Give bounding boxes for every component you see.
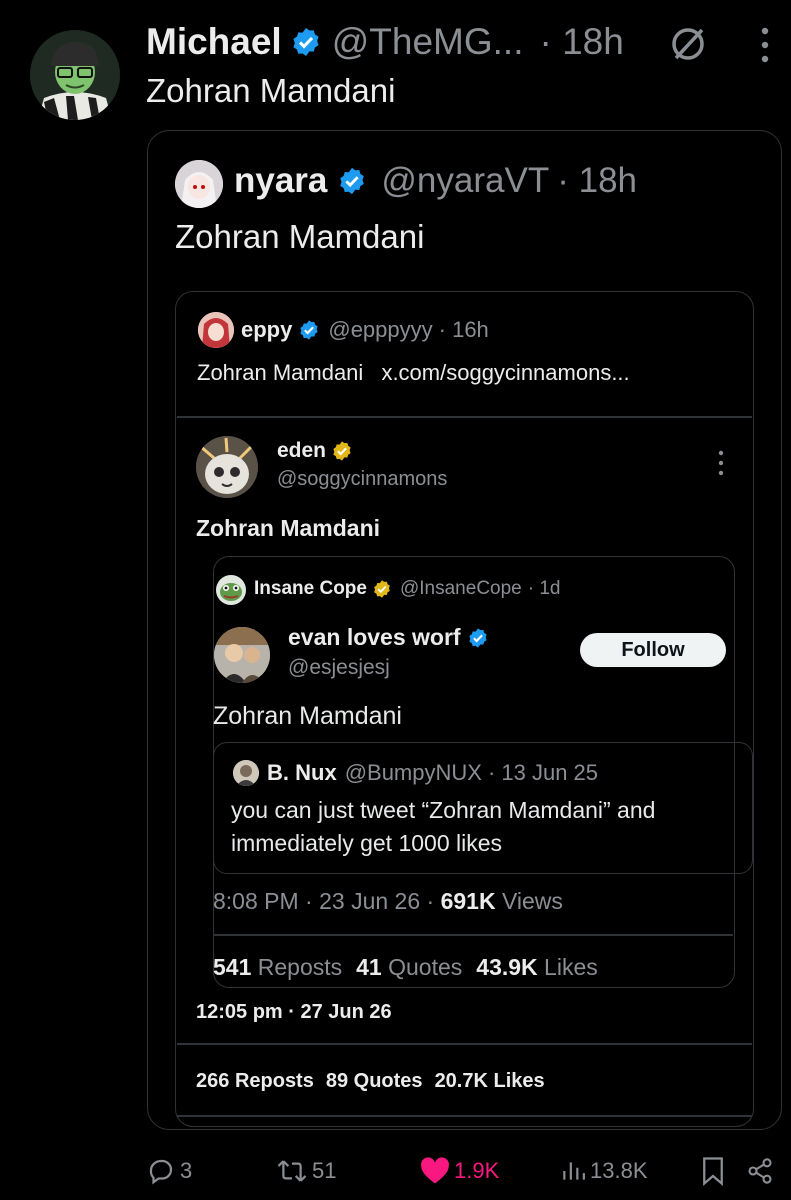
avatar[interactable] [198, 312, 234, 348]
quotes-label[interactable]: Quotes [382, 954, 462, 980]
verified-badge-gold-icon [333, 441, 351, 461]
author-name[interactable]: nyara [234, 161, 327, 201]
likes-count[interactable]: 20.7K [435, 1070, 488, 1092]
reposts-label[interactable]: Reposts [251, 954, 342, 980]
tweet-timestamp[interactable]: 12:05 pm · 27 Jun 26 [196, 1001, 392, 1024]
author-name-text: evan loves worf [288, 624, 461, 650]
tweet-text: Zohran Mamdani [175, 218, 425, 255]
divider [177, 1043, 752, 1045]
author-name[interactable]: eden [277, 439, 353, 463]
likes-label[interactable]: Likes [538, 954, 598, 980]
author-name[interactable]: Michael [146, 21, 282, 63]
author-handle[interactable]: @BumpyNUX [345, 760, 482, 786]
tweet-stats: 266 Reposts 89 Quotes 20.7K Likes [196, 1070, 545, 1093]
more-options-icon[interactable] [755, 22, 775, 68]
avatar[interactable] [175, 160, 223, 208]
divider [177, 1115, 752, 1117]
author-name[interactable]: evan loves worf [288, 624, 489, 651]
views-count: 691K [440, 888, 496, 914]
author-name[interactable]: B. Nux [267, 760, 337, 786]
tweet-stats: 541 Reposts 41 Quotes 43.9K Likes [213, 954, 598, 981]
grok-icon[interactable] [666, 22, 710, 66]
bookmark-button[interactable] [700, 1154, 730, 1188]
analytics-icon [563, 1162, 585, 1180]
author-handle[interactable]: @epppyyy [328, 317, 432, 343]
quotes-count[interactable]: 89 [326, 1070, 348, 1092]
verified-badge-icon [468, 627, 487, 648]
quotes-count[interactable]: 41 [356, 954, 382, 980]
views-count: 13.8K [590, 1158, 648, 1183]
divider [213, 934, 733, 936]
author-handle[interactable]: @nyaraVT [381, 161, 549, 201]
reply-icon [149, 1159, 173, 1185]
tweet-text: you can just tweet “Zohran Mamdani” and … [231, 797, 656, 856]
views-label: Views [495, 888, 563, 914]
tweet-header: Michael @TheMG... · 18h [146, 18, 624, 66]
tweet-time[interactable]: · 18h [539, 21, 623, 63]
like-button[interactable]: 1.9K [420, 1154, 499, 1188]
tweet-header: Insane Cope @InsaneCope · 1d [254, 576, 561, 602]
tweet-meta: 8:08 PM · 23 Jun 26 · 691K Views [213, 888, 563, 915]
reposts-label[interactable]: Reposts [235, 1070, 314, 1092]
avatar[interactable] [214, 627, 270, 683]
repost-count: 51 [312, 1158, 337, 1183]
tweet-timestamp[interactable]: 8:08 PM · 23 Jun 26 · [213, 888, 441, 914]
tweet-time: · 1d [527, 578, 561, 599]
bookmark-icon [703, 1157, 723, 1186]
author-name[interactable]: eppy [241, 317, 292, 343]
author-handle[interactable]: @InsaneCope [400, 578, 522, 600]
reposts-count[interactable]: 266 [196, 1070, 229, 1092]
divider [177, 416, 752, 418]
share-button[interactable] [746, 1154, 778, 1188]
avatar[interactable] [196, 436, 258, 498]
verified-badge-icon [340, 167, 365, 195]
reposts-count[interactable]: 541 [213, 954, 251, 980]
heart-icon [421, 1157, 449, 1184]
tweet-header: eppy @epppyyy · 16h [241, 314, 489, 346]
likes-label[interactable]: Likes [494, 1070, 545, 1092]
avatar[interactable] [30, 30, 120, 120]
author-name-text: eden [277, 439, 327, 462]
verified-badge-gold-icon [374, 580, 390, 598]
verified-badge-icon [293, 28, 319, 56]
tweet-text-body: Zohran Mamdani [197, 360, 364, 385]
author-name[interactable]: Insane Cope [254, 578, 367, 600]
author-handle[interactable]: @TheMG... [332, 21, 524, 63]
tweet-header: B. Nux @BumpyNUX · 13 Jun 25 [267, 759, 598, 787]
tweet-text: Zohran Mamdani [196, 515, 381, 541]
repost-button[interactable]: 51 [276, 1154, 336, 1188]
repost-icon [277, 1160, 307, 1182]
avatar[interactable] [216, 575, 246, 605]
avatar[interactable] [233, 760, 259, 786]
views-button[interactable]: 13.8K [560, 1154, 648, 1188]
tweet-time: · 16h [438, 317, 489, 342]
share-icon [748, 1158, 772, 1184]
follow-button[interactable]: Follow [580, 633, 726, 667]
tweet-time: · 13 Jun 25 [487, 760, 599, 785]
author-handle[interactable]: @soggycinnamons [277, 468, 447, 491]
author-handle[interactable]: @esjesjesj [288, 656, 390, 680]
verified-badge-icon [300, 320, 318, 340]
quotes-label[interactable]: Quotes [354, 1070, 423, 1092]
reply-button[interactable]: 3 [146, 1154, 192, 1188]
reply-count: 3 [180, 1158, 193, 1183]
tweet-text: Zohran Mamdani [213, 702, 402, 730]
more-options-icon[interactable] [716, 448, 726, 478]
tweet-text: Zohran Mamdani x.com/soggycinnamons... [197, 360, 630, 386]
likes-count[interactable]: 43.9K [476, 954, 537, 980]
tweet-header: nyara @nyaraVT · 18h [234, 158, 637, 204]
like-count: 1.9K [454, 1158, 500, 1183]
tweet-text: Zohran Mamdani [146, 72, 396, 109]
tweet-time: · 18h [557, 161, 637, 200]
tweet-link[interactable]: x.com/soggycinnamons... [381, 360, 629, 385]
